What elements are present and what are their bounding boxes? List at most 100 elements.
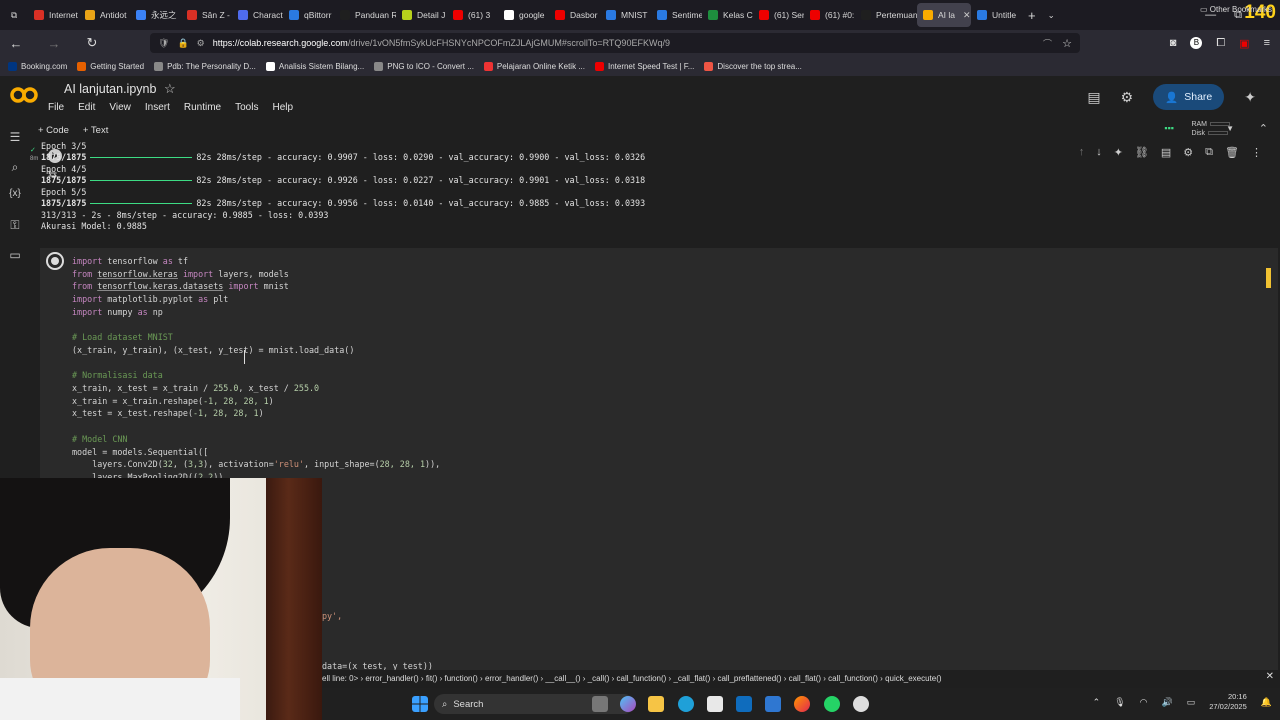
bookmark-item[interactable]: Analisis Sistem Bilang... [265, 61, 364, 71]
bookmark-star-icon[interactable]: ☆ [1062, 37, 1072, 50]
tab-favicon-icon [606, 10, 616, 20]
file-explorer-icon[interactable] [648, 696, 664, 712]
files-folder-icon[interactable]: ▭ [6, 248, 24, 262]
copilot-icon[interactable] [620, 696, 636, 712]
secrets-key-icon[interactable]: ⚿ [6, 218, 24, 233]
browser-tab[interactable]: google [498, 0, 549, 30]
browser-tab[interactable]: Pertemuan [855, 0, 917, 30]
browser-tab[interactable]: (61) Ser [753, 0, 804, 30]
scrollbar-marker[interactable] [1266, 268, 1271, 288]
find-replace-icon[interactable]: ⌕ [6, 160, 24, 175]
menu-icon[interactable]: ≡ [1264, 37, 1270, 49]
clock[interactable]: 20:16 27/02/2025 [1209, 692, 1247, 712]
bookmark-item[interactable]: Getting Started [77, 61, 144, 71]
running-cell-indicator[interactable] [46, 252, 64, 270]
runtime-menu-chevron-icon[interactable]: ▼ [1226, 124, 1234, 133]
address-bar[interactable]: 🛡 🔒 ⚙ https://colab.research.google.com/… [150, 33, 1080, 53]
cell-settings-icon[interactable]: ⚙ [1183, 146, 1193, 159]
add-code-cell-button[interactable]: + Code [38, 125, 69, 136]
browser-tab[interactable]: qBittorr [283, 0, 334, 30]
close-tab-icon[interactable]: ✕ [963, 10, 971, 21]
chrome-icon[interactable] [853, 696, 869, 712]
tab-overflow-button[interactable]: ⌄ [1042, 0, 1061, 30]
tab-favicon-icon [977, 10, 987, 20]
volume-icon[interactable]: 🔊 [1162, 697, 1173, 708]
bookmark-item[interactable]: Pdb: The Personality D... [154, 61, 256, 71]
browser-tab[interactable]: (61) 3 [447, 0, 498, 30]
whatsapp-icon[interactable] [824, 696, 840, 712]
browser-tab[interactable]: 永远之 [130, 0, 181, 30]
menu-insert[interactable]: Insert [145, 102, 170, 113]
browser-tab[interactable]: Internet [28, 0, 79, 30]
menu-file[interactable]: File [48, 102, 64, 113]
browser-tab[interactable]: Antidot [79, 0, 130, 30]
other-bookmarks[interactable]: ▭ Other Bookmarks [1200, 5, 1272, 14]
variables-icon[interactable]: {x} [6, 188, 24, 199]
menu-help[interactable]: Help [272, 102, 293, 113]
firefox-icon[interactable] [794, 696, 810, 712]
bookmark-item[interactable]: Discover the top strea... [704, 61, 802, 71]
new-tab-button[interactable]: + [1022, 0, 1042, 30]
wifi-icon[interactable]: ◠ [1140, 697, 1148, 708]
bookmark-item[interactable]: Internet Speed Test | F... [594, 61, 694, 71]
extensions-icon[interactable]: ⧠ [1216, 37, 1225, 50]
delete-icon[interactable]: 🗑 [1225, 146, 1239, 159]
microphone-icon[interactable]: 🎙 [1114, 697, 1125, 708]
battery-icon[interactable]: ▭ [1187, 697, 1196, 708]
edge-icon[interactable] [678, 696, 694, 712]
back-button[interactable]: ← [4, 36, 28, 51]
move-down-icon[interactable]: ↓ [1096, 146, 1102, 159]
ram-disk-indicator[interactable]: RAM Disk [1191, 120, 1230, 138]
browser-tab[interactable]: Untitle [971, 0, 1022, 30]
browser-tab[interactable]: Sân Z - [181, 0, 232, 30]
menu-edit[interactable]: Edit [78, 102, 95, 113]
move-up-icon[interactable]: ↑ [1079, 146, 1085, 159]
todo-icon[interactable] [765, 696, 781, 712]
browser-tab[interactable]: (61) #0: [804, 0, 855, 30]
reload-button[interactable]: ↻ [80, 35, 104, 51]
store-icon[interactable] [707, 696, 723, 712]
comment-icon[interactable]: ▤ [1161, 146, 1171, 159]
browser-tab[interactable]: MNIST [600, 0, 651, 30]
profile-icon[interactable]: B [1190, 37, 1203, 49]
notifications-bell-icon[interactable]: 🔔 [1261, 697, 1272, 708]
add-text-cell-button[interactable]: + Text [83, 125, 108, 136]
notebook-title[interactable]: AI lanjutan.ipynb [64, 82, 156, 96]
menu-view[interactable]: View [109, 102, 131, 113]
translate-icon[interactable]: ⌒ [1043, 37, 1052, 50]
outlook-icon[interactable] [736, 696, 752, 712]
mirror-cell-icon[interactable]: ⧉ [1205, 146, 1213, 159]
windows-start-icon[interactable] [412, 696, 428, 712]
execution-trace[interactable]: ell line: 0> › error_handler() › fit() ›… [322, 670, 1280, 686]
settings-gear-icon[interactable]: ⚙ [1121, 89, 1134, 106]
close-trace-icon[interactable]: ✕ [1266, 671, 1274, 682]
tray-overflow-icon[interactable]: ⌃ [1093, 697, 1101, 708]
tab-list-button[interactable]: ⧉ [0, 0, 28, 30]
more-vert-icon[interactable]: ⋮ [1251, 146, 1262, 159]
browser-tab[interactable]: Dasbor [549, 0, 600, 30]
tab-label: Detail J [417, 10, 446, 20]
browser-tab[interactable]: Sentime [651, 0, 702, 30]
bookmark-item[interactable]: Booking.com [8, 61, 67, 71]
gemini-sparkle-icon[interactable]: ✦ [1244, 89, 1256, 106]
menu-runtime[interactable]: Runtime [184, 102, 221, 113]
task-view-icon[interactable] [592, 696, 608, 712]
browser-tab[interactable]: AI la ✕ [917, 3, 971, 27]
gemini-cell-icon[interactable]: ✦ [1114, 146, 1123, 159]
browser-tab[interactable]: Kelas C [702, 0, 753, 30]
bookmark-item[interactable]: PNG to ICO - Convert ... [374, 61, 474, 71]
collapse-toolbar-icon[interactable]: ⌃ [1259, 122, 1268, 135]
star-notebook-icon[interactable]: ☆ [164, 81, 176, 97]
forward-button[interactable]: → [42, 36, 66, 51]
share-button[interactable]: 👤 Share [1153, 84, 1225, 110]
bookmark-item[interactable]: Pelajaran Online Ketik ... [483, 61, 585, 71]
pocket-icon[interactable]: ◙ [1170, 37, 1177, 49]
link-icon[interactable]: ⛓ [1135, 146, 1149, 159]
browser-tab[interactable]: Detail J [396, 0, 447, 30]
browser-tab[interactable]: Panduan Re [334, 0, 396, 30]
table-of-contents-icon[interactable]: ☰ [6, 130, 24, 144]
menu-tools[interactable]: Tools [235, 102, 258, 113]
comments-icon[interactable]: ▤ [1087, 89, 1100, 106]
browser-tab[interactable]: Charact [232, 0, 283, 30]
notification-badge-icon[interactable]: ▣ [1239, 37, 1249, 50]
